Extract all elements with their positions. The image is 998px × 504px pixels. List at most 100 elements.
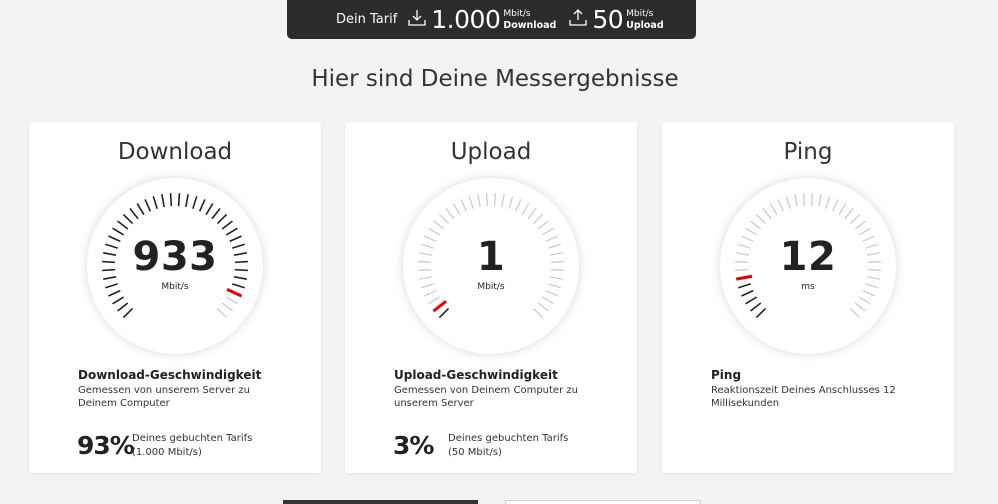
gauge-tick (785, 196, 791, 209)
tarif-upload-caption: Upload (626, 19, 664, 31)
gauge-tick (794, 194, 798, 208)
card-heading: Ping (711, 368, 742, 382)
gauge-tick (112, 296, 125, 305)
tarif-download-unit: Mbit/s (503, 8, 531, 19)
gauge-tick (854, 220, 866, 230)
gauge-value: 1 (476, 234, 506, 280)
card-description: Gemessen von unserem Server zu Deinem Co… (78, 385, 250, 409)
gauge-tick (122, 307, 134, 319)
gauge-tick (117, 302, 129, 312)
card-description: Gemessen von Deinem Computer zu unserem … (394, 385, 578, 409)
gauge-tick (438, 213, 449, 224)
primary-button[interactable] (283, 500, 478, 504)
gauge-needle (432, 299, 448, 313)
card-percent: 3% (393, 431, 434, 460)
percent-desc-line1: Deines gebuchten Tarifs (132, 433, 253, 444)
tarif-download-caption: Download (503, 19, 557, 31)
gauge-tick (850, 213, 861, 224)
gauge-tick (762, 208, 772, 220)
upload-arrow-icon (568, 8, 588, 31)
gauge-tick (750, 220, 762, 230)
card-percent-description: Deines gebuchten Tarifs (50 Mbit/s) (448, 432, 568, 460)
card-heading: Download-Geschwindigkeit (78, 368, 262, 382)
secondary-button[interactable] (505, 500, 701, 504)
gauge-tick (152, 196, 158, 209)
gauge-tick (185, 194, 189, 208)
gauge-tick (533, 213, 544, 224)
gauge-tick (177, 193, 181, 207)
gauge-unit: Mbit/s (477, 282, 505, 292)
gauge-tick (521, 203, 530, 215)
gauge-tick (494, 193, 497, 207)
gauge-tick (460, 199, 467, 212)
gauge-tick (205, 203, 214, 216)
gauge-tick (452, 203, 461, 215)
gauge-tick (533, 308, 544, 319)
gauge-tick (211, 208, 221, 220)
tarif-upload-unit-group: Mbit/s Upload (626, 8, 664, 32)
gauge-tick (477, 194, 481, 208)
gauge-tick (755, 213, 766, 224)
card-heading: Upload-Geschwindigkeit (394, 368, 558, 382)
tarif-bar: Dein Tarif 1.000 Mbit/s Download 50 Mbit… (287, 0, 696, 39)
upload-gauge: 1 Mbit/s (403, 178, 579, 354)
card-ping: Ping 12 ms Ping Reaktionszeit Deines Ans… (662, 122, 954, 473)
gauge-tick (755, 307, 767, 319)
gauge-tick (217, 308, 228, 319)
gauge-unit: Mbit/s (161, 282, 189, 292)
gauge-tick (198, 199, 206, 212)
gauge-tick (216, 213, 228, 225)
card-title: Download (117, 139, 233, 165)
gauge-tick (527, 208, 537, 220)
gauge-tick (169, 193, 173, 207)
gauge-value: 12 (779, 234, 837, 280)
gauge-tick (144, 199, 152, 212)
gauge-tick (537, 302, 549, 312)
gauge-tick (468, 196, 474, 209)
gauge-tick (850, 308, 861, 319)
card-title: Ping (783, 139, 833, 165)
download-gauge: 933 Mbit/s (87, 178, 263, 354)
gauge-tick (501, 194, 505, 208)
gauge-tick (811, 193, 814, 207)
tarif-download-value: 1.000 (431, 5, 501, 34)
gauge-tick (745, 296, 758, 305)
ping-gauge: 12 ms (720, 178, 896, 354)
gauge-tick (117, 220, 129, 230)
percent-desc-line2: (1.000 Mbit/s) (132, 447, 202, 458)
card-percent: 93% (77, 431, 135, 460)
gauge-tick (777, 199, 784, 212)
gauge-tick (750, 302, 762, 312)
gauge-tick (825, 196, 831, 209)
card-download: Download 933 Mbit/s Download-Geschwindig… (29, 122, 321, 473)
gauge-tick (445, 208, 455, 220)
gauge-tick (428, 296, 440, 305)
gauge-tick (769, 203, 778, 215)
tarif-upload-value: 50 (592, 5, 624, 34)
card-title: Upload (450, 139, 532, 165)
gauge-tick (226, 296, 238, 305)
gauge-tick (832, 199, 839, 212)
gauge-tick (161, 194, 165, 208)
percent-desc-line2: (50 Mbit/s) (448, 447, 502, 458)
gauge-tick (542, 296, 554, 305)
tarif-upload-unit: Mbit/s (626, 8, 654, 19)
download-arrow-icon (407, 9, 427, 31)
card-description: Reaktionszeit Deines Anschlusses 12 Mill… (711, 385, 896, 409)
gauge-value: 933 (132, 234, 218, 280)
gauge-tick (192, 196, 198, 209)
tarif-label: Dein Tarif (336, 12, 398, 27)
percent-desc-line1: Deines gebuchten Tarifs (448, 433, 569, 444)
gauge-tick (818, 194, 822, 208)
gauge-tick (438, 307, 450, 319)
gauge-unit: ms (801, 282, 815, 292)
tarif-download-unit-group: Mbit/s Download (503, 8, 556, 32)
gauge-tick (129, 208, 139, 220)
gauge-tick (485, 193, 488, 207)
card-percent-description: Deines gebuchten Tarifs (1.000 Mbit/s) (132, 432, 252, 460)
gauge-tick (221, 220, 233, 230)
gauge-tick (838, 203, 847, 215)
gauge-tick (854, 302, 866, 312)
gauge-tick (433, 220, 445, 230)
gauge-tick (136, 203, 145, 216)
